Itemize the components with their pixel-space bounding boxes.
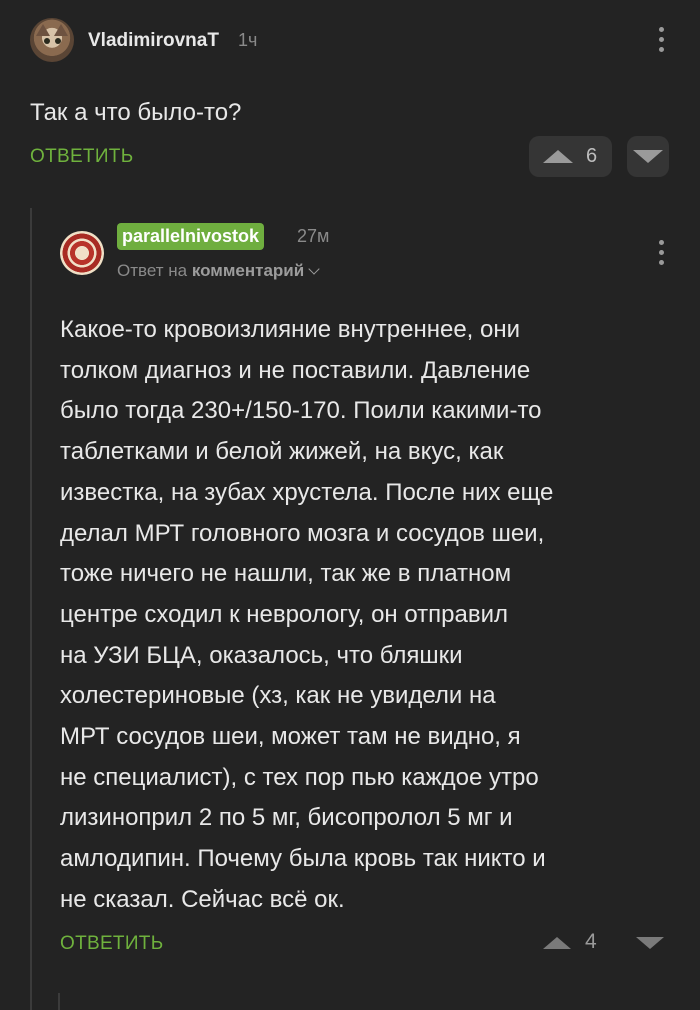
upvote-button[interactable]: 6 [529, 136, 612, 177]
comment-username-author-badge[interactable]: parallelnivostok [117, 223, 265, 250]
vote-count: 6 [586, 145, 598, 167]
downvote-arrow-icon[interactable] [636, 937, 664, 949]
reply-button[interactable]: ОТВЕТИТЬ [30, 146, 133, 168]
comment-line: центре сходил к неврологу, он отправил [60, 600, 508, 628]
reply-to-prefix: Ответ на [117, 261, 188, 280]
comment-line: не сказал. Сейчас всё ок. [60, 885, 345, 913]
comment-line: лизиноприл 2 по 5 мг, бисопролол 5 мг и [60, 804, 513, 832]
comment-username[interactable]: VladimirovnaT [88, 30, 219, 52]
upvote-arrow-icon[interactable] [543, 937, 571, 949]
thread-line[interactable] [30, 208, 32, 1010]
more-vertical-icon[interactable] [659, 27, 665, 57]
reply-to-link[interactable]: Ответ на комментарий [117, 261, 320, 281]
chevron-down-icon[interactable] [308, 263, 320, 275]
comment-line: толком диагноз и не поставили. Давление [60, 356, 531, 384]
comment-line: амлодипин. Почему была кровь так никто и [60, 845, 546, 873]
more-vertical-icon[interactable] [659, 240, 665, 270]
thread-line-nested[interactable] [58, 993, 60, 1010]
comment-line: было тогда 230+/150-170. Поили какими-то [60, 397, 542, 425]
comment-line: делал МРТ головного мозга и сосудов шеи, [60, 519, 545, 547]
comment-text: Так а что было-то? [30, 99, 242, 126]
comment-time: 1ч [238, 30, 258, 50]
vote-count: 4 [585, 930, 597, 953]
comment-line: не специалист), с тех пор пью каждое утр… [60, 763, 539, 791]
reply-to-target[interactable]: комментарий [192, 261, 304, 280]
downvote-arrow-icon [633, 150, 663, 163]
comment-line: МРТ сосудов шеи, может там не видно, я [60, 723, 521, 751]
avatar-vladimirovnat[interactable] [30, 18, 74, 62]
comment-line: Какое-то кровоизлияние внутреннее, они [60, 316, 521, 343]
comment-line: тоже ничего не нашли, так же в платном [60, 560, 512, 588]
comment-line: известка, на зубах хрустела. После них е… [60, 478, 554, 506]
comment-time: 27м [297, 226, 330, 246]
avatar-parallelnivostok[interactable] [60, 231, 104, 275]
comment-line: на УЗИ БЦА, оказалось, что бляшки [60, 641, 463, 669]
comment-text: Какое-то кровоизлияние внутреннее, они т… [60, 310, 670, 921]
comment-line: холестериновые (хз, как не увидели на [60, 682, 496, 710]
downvote-button[interactable] [627, 136, 669, 177]
upvote-arrow-icon [543, 150, 573, 163]
comment-line: таблетками и белой жижей, на вкус, как [60, 438, 504, 466]
reply-button[interactable]: ОТВЕТИТЬ [60, 933, 163, 955]
